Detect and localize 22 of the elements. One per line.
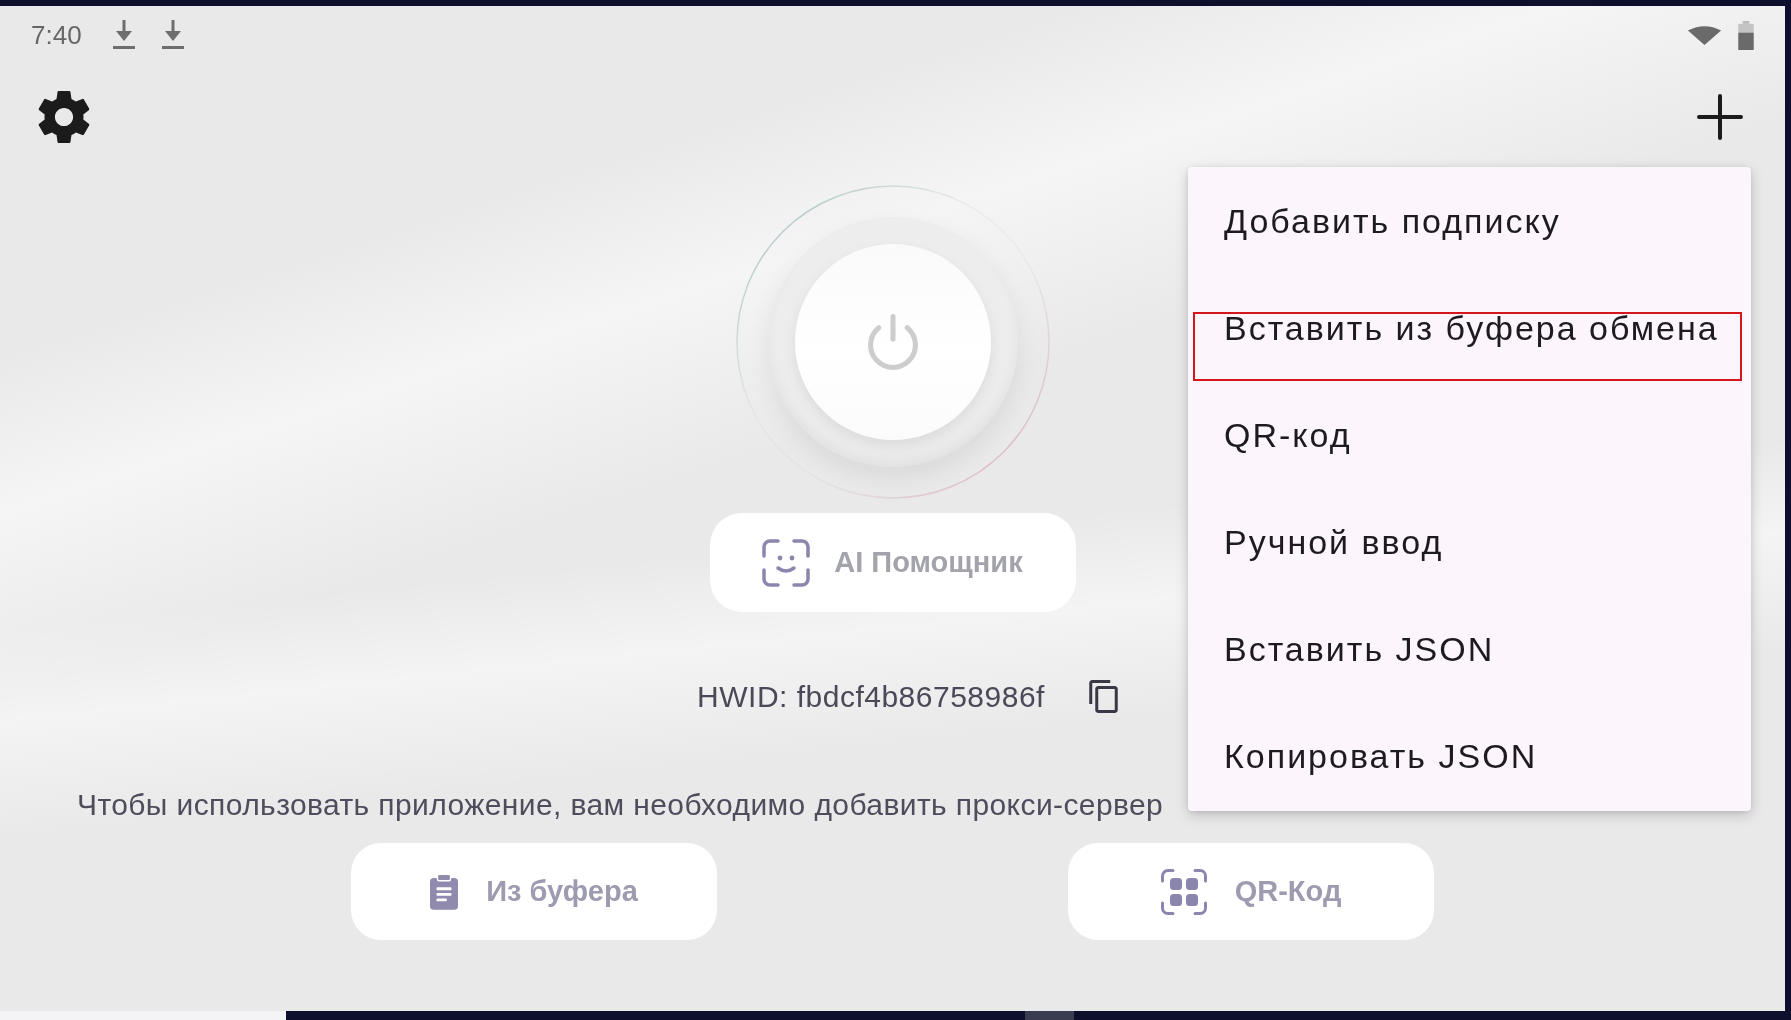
menu-item[interactable]: Вставить из буфера обмена [1188, 275, 1751, 382]
clipboard-icon [430, 872, 459, 911]
hint-text: Чтобы использовать приложение, вам необходимо добавить прокси-сервер [77, 787, 1164, 823]
settings-icon [38, 91, 90, 143]
battery-icon [1738, 20, 1754, 50]
smiley-face-icon [762, 538, 811, 587]
copy-button[interactable] [1088, 680, 1118, 713]
menu-item[interactable]: Копировать JSON [1188, 703, 1751, 810]
menu-item[interactable]: Ручной ввод [1188, 489, 1751, 596]
power-icon [867, 314, 918, 370]
menu-item[interactable]: QR-код [1188, 382, 1751, 489]
wifi-icon [1687, 25, 1722, 45]
copy-icon [1088, 680, 1118, 713]
download-icon [112, 20, 135, 50]
menu-item[interactable]: Добавить подписку [1188, 168, 1751, 275]
plus-icon [1697, 94, 1743, 140]
edge-thumb [1025, 1011, 1074, 1020]
hwid-text: HWID: fbdcf4b86758986f [697, 679, 1045, 714]
status-time: 7:40 [31, 22, 82, 48]
download-icon [161, 20, 184, 50]
qr-code-icon [1160, 868, 1207, 915]
menu-item[interactable]: Вставить JSON [1188, 596, 1751, 703]
